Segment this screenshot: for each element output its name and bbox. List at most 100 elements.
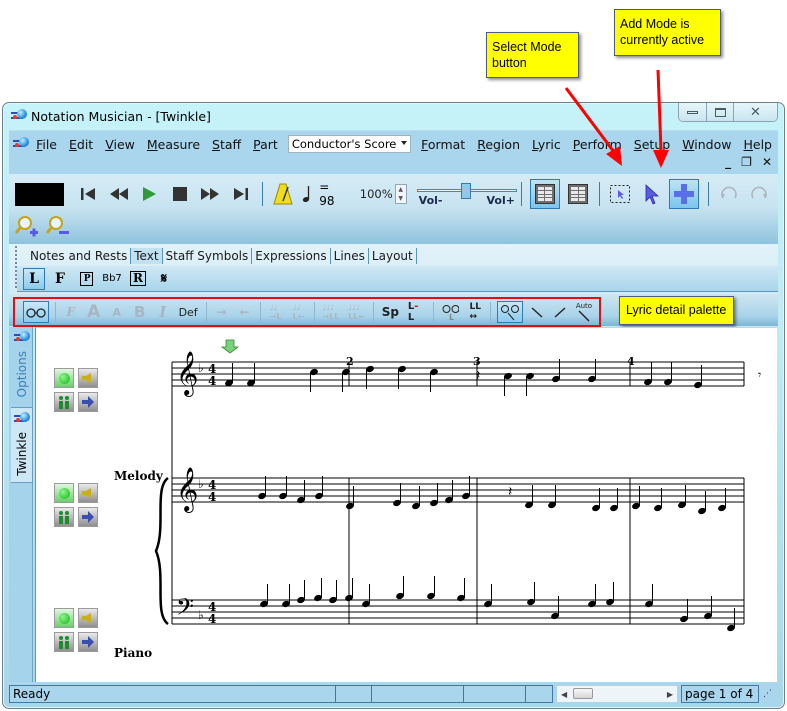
slant-down-button[interactable] xyxy=(528,301,546,323)
menu-view[interactable]: View xyxy=(99,137,141,152)
play-button[interactable] xyxy=(137,182,161,206)
tab-layout[interactable]: Layout xyxy=(369,248,417,264)
stop-button[interactable] xyxy=(168,182,192,206)
lyric-align-button[interactable]: LL ↔ xyxy=(466,301,484,323)
lyric-view-button[interactable] xyxy=(23,301,49,323)
menu-window[interactable]: Window xyxy=(676,137,737,152)
chord-symbol-tool-button[interactable]: Bb7 xyxy=(101,268,123,290)
lyric-bold-button[interactable]: B xyxy=(131,301,149,323)
zoom-out-button[interactable] xyxy=(46,214,70,238)
menu-edit[interactable]: Edit xyxy=(63,137,99,152)
minimize-button[interactable] xyxy=(679,103,706,121)
slant-auto-button[interactable]: Auto xyxy=(574,301,594,323)
resize-grip-icon[interactable]: ⋰ xyxy=(763,689,772,699)
redo-button[interactable] xyxy=(747,182,771,206)
menu-part[interactable]: Part xyxy=(247,137,284,152)
lyric-smaller-font-button[interactable]: A xyxy=(108,301,126,323)
glasses-slant-icon xyxy=(501,305,520,321)
menu-bar: File Edit View Measure Staff Part Conduc… xyxy=(9,130,778,174)
page-view-button[interactable] xyxy=(529,179,560,209)
close-button[interactable]: ✕ xyxy=(733,103,777,121)
lyric-shift-left-button[interactable]: ♩♩ L← xyxy=(290,301,308,323)
select-mode-button[interactable] xyxy=(639,182,663,206)
lyric-shift-right-button[interactable]: ♩♩ →L xyxy=(267,301,285,323)
tab-expressions[interactable]: Expressions xyxy=(252,248,331,264)
scroll-right-icon[interactable]: ▶ xyxy=(667,690,673,699)
lyric-spacing-button[interactable]: Sp xyxy=(380,301,401,323)
rewind-button[interactable] xyxy=(107,182,131,206)
maximize-button[interactable] xyxy=(706,103,733,121)
volume-thumb[interactable] xyxy=(460,183,471,199)
rest-icon: 𝄾 xyxy=(758,368,761,382)
rehearsal-mark-icon: R xyxy=(130,271,146,286)
rehearsal-mark-tool-button[interactable]: R xyxy=(127,268,149,290)
spin-down-icon[interactable]: ▼ xyxy=(398,195,403,202)
lyric-italic-button[interactable]: I xyxy=(154,301,172,323)
forward-end-button[interactable] xyxy=(229,182,253,206)
segno-icon: 𝄋 xyxy=(160,270,168,287)
glasses-icon xyxy=(26,308,46,318)
tab-lines[interactable]: Lines xyxy=(331,248,369,264)
lyric-previous-button[interactable]: ← xyxy=(236,301,254,323)
lyric-shift-all-right-button[interactable]: ♩♩♩ →LL xyxy=(321,301,342,323)
font-tool-button[interactable]: F xyxy=(49,268,71,290)
menu-setup[interactable]: Setup xyxy=(628,137,676,152)
lyric-verse-view-button[interactable]: L xyxy=(440,301,462,323)
mdi-restore-button[interactable]: ❐ xyxy=(741,155,752,169)
zoom-percent-control[interactable]: 100% ▲ ▼ xyxy=(360,184,407,204)
menu-staff[interactable]: Staff xyxy=(206,137,247,152)
rewind-start-button[interactable] xyxy=(76,182,100,206)
volume-slider[interactable]: Vol- Vol+ xyxy=(416,181,517,207)
side-tab-options[interactable]: Options xyxy=(11,331,33,397)
menu-format[interactable]: Format xyxy=(415,137,471,152)
lyric-next-button[interactable]: → xyxy=(213,301,231,323)
score-view[interactable]: Melody Piano 2 3 4 𝄞♭44𝄞♭44𝄢♭44𝄽𝄾𝄽 xyxy=(35,327,777,682)
zoom-in-button[interactable] xyxy=(15,214,39,238)
segno-tool-button[interactable]: 𝄋 xyxy=(153,268,175,290)
lyric-larger-font-button[interactable]: A xyxy=(85,301,103,323)
zoom-spinner[interactable]: ▲ ▼ xyxy=(394,184,407,204)
mdi-minimize-button[interactable]: _ xyxy=(725,155,731,169)
add-mode-button[interactable] xyxy=(669,179,699,209)
menu-help[interactable]: Help xyxy=(737,137,778,152)
mdi-close-button[interactable]: ✕ xyxy=(762,155,772,169)
slant-up-button[interactable] xyxy=(551,301,569,323)
menu-region[interactable]: Region xyxy=(471,137,526,152)
status-bar: Ready ◀ ▶ page 1 of 4 ⋰ xyxy=(9,684,778,704)
lyric-slant-view-button[interactable] xyxy=(497,301,523,323)
shift-lyric-right-icon: ♩♩ →L xyxy=(269,303,282,321)
scroll-thumb[interactable] xyxy=(573,688,593,699)
menu-file[interactable]: File xyxy=(30,137,63,152)
tab-staff-symbols[interactable]: Staff Symbols xyxy=(163,248,253,264)
menu-perform[interactable]: Perform xyxy=(567,137,628,152)
document-icon[interactable] xyxy=(13,137,29,151)
time-signature: 4 xyxy=(208,374,216,388)
menu-lyric[interactable]: Lyric xyxy=(526,137,567,152)
scroll-left-icon[interactable]: ◀ xyxy=(561,690,567,699)
region-select-button[interactable] xyxy=(608,182,632,206)
lyric-default-button[interactable]: Def xyxy=(177,301,200,323)
options-icon xyxy=(14,331,30,345)
horizontal-scrollbar[interactable]: ◀ ▶ xyxy=(557,686,677,702)
lyric-shift-all-left-button[interactable]: ♩♩♩ LL← xyxy=(346,301,367,323)
undo-button[interactable] xyxy=(717,182,741,206)
part-select[interactable]: Conductor's Score xyxy=(287,135,412,153)
lyric-line-button[interactable]: L-L xyxy=(406,301,427,323)
metronome-button[interactable] xyxy=(271,182,295,206)
arrow-left-icon: ← xyxy=(239,305,250,319)
notation-canvas[interactable]: 2 3 4 𝄞♭44𝄞♭44𝄢♭44𝄽𝄾𝄽 xyxy=(36,328,777,682)
tab-text[interactable]: Text xyxy=(131,248,163,264)
region-select-icon xyxy=(609,185,630,203)
lyric-font-button[interactable]: F xyxy=(62,301,80,323)
scroll-view-button[interactable] xyxy=(567,182,591,206)
shift-all-left-icon: ♩♩♩ LL← xyxy=(348,303,365,321)
zoom-out-icon xyxy=(46,216,69,234)
tab-notes-and-rests[interactable]: Notes and Rests xyxy=(27,248,132,264)
side-tab-twinkle[interactable]: Twinkle xyxy=(11,407,33,483)
fast-forward-icon xyxy=(201,188,220,200)
spin-up-icon[interactable]: ▲ xyxy=(398,186,403,193)
fast-forward-button[interactable] xyxy=(199,182,223,206)
menu-measure[interactable]: Measure xyxy=(141,137,206,152)
page-text-tool-button[interactable]: P xyxy=(75,268,97,290)
lyric-tool-button[interactable]: L xyxy=(23,267,45,290)
